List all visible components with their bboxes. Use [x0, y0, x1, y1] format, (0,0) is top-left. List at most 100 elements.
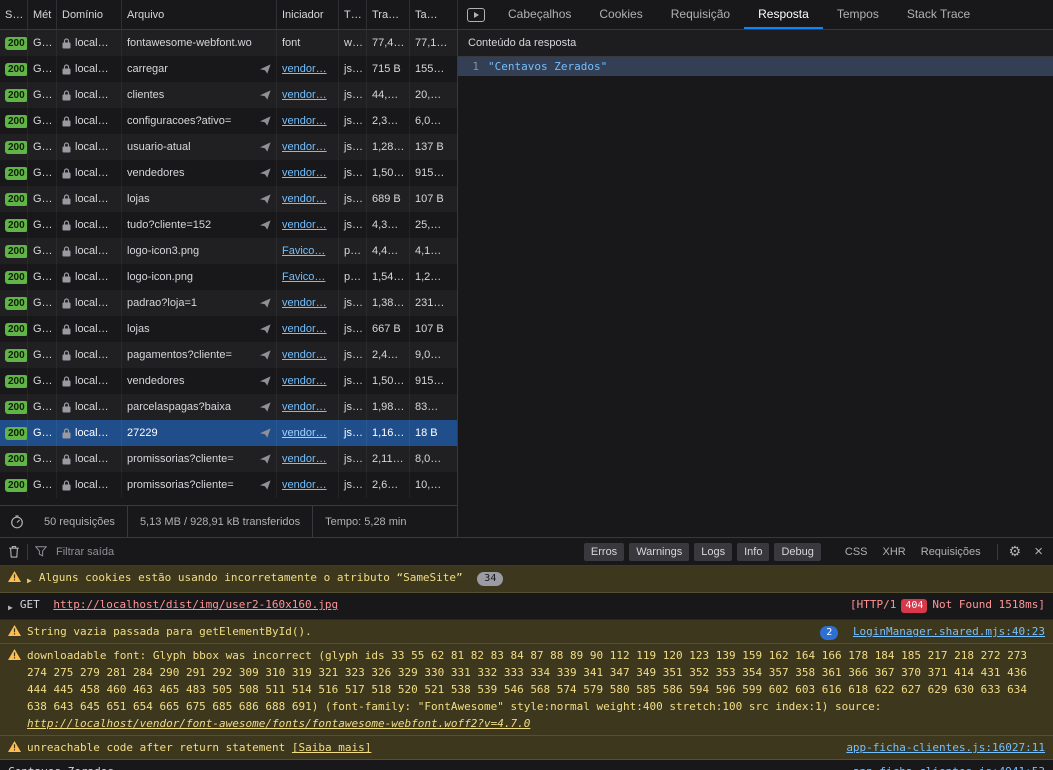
- console-warning-unreachable[interactable]: unreachable code after return statement …: [0, 736, 1053, 760]
- lock-icon: [62, 142, 71, 153]
- learn-more-link[interactable]: [Saiba mais]: [292, 741, 371, 754]
- table-row[interactable]: 200 G… local… usuario-atual vendor… js… …: [0, 134, 457, 160]
- table-row[interactable]: 200 G… local… 27229 vendor… js… 1,16… 18…: [0, 420, 457, 446]
- tab-tempos[interactable]: Tempos: [823, 0, 893, 29]
- table-row[interactable]: 200 G… local… configuracoes?ativo= vendo…: [0, 108, 457, 134]
- transferred-total: 5,13 MB / 928,91 kB transferidos: [128, 506, 313, 537]
- tab-requisição[interactable]: Requisição: [657, 0, 744, 29]
- column-header[interactable]: Mét: [28, 0, 57, 29]
- status-cell: 200: [0, 342, 28, 368]
- initiator-cell[interactable]: vendor…: [277, 160, 339, 186]
- filter-button-css[interactable]: CSS: [842, 543, 871, 561]
- close-icon[interactable]: ×: [1032, 543, 1045, 560]
- table-row[interactable]: 200 G… local… lojas vendor… js… 667 B 10…: [0, 316, 457, 342]
- table-row[interactable]: 200 G… local… tudo?cliente=152 vendor… j…: [0, 212, 457, 238]
- source-location-link[interactable]: app-ficha-clientes.js:4941:53: [853, 765, 1045, 770]
- file-cell: logo-icon3.png: [122, 238, 277, 264]
- table-row[interactable]: 200 G… local… parcelaspagas?baixa vendor…: [0, 394, 457, 420]
- initiator-cell[interactable]: vendor…: [277, 446, 339, 472]
- type-cell: js…: [339, 82, 367, 108]
- request-url-link[interactable]: http://localhost/dist/img/user2-160x160.…: [53, 598, 338, 611]
- console-filter-input[interactable]: [54, 545, 274, 559]
- table-row[interactable]: 200 G… local… promissorias?cliente= vend…: [0, 446, 457, 472]
- column-header[interactable]: Ta…: [410, 0, 458, 29]
- initiator-cell[interactable]: vendor…: [277, 342, 339, 368]
- tab-cookies[interactable]: Cookies: [585, 0, 656, 29]
- initiator-cell[interactable]: vendor…: [277, 290, 339, 316]
- initiator-cell[interactable]: vendor…: [277, 472, 339, 498]
- play-icon[interactable]: [458, 0, 494, 29]
- tab-stack-trace[interactable]: Stack Trace: [893, 0, 984, 29]
- file-cell: carregar: [122, 56, 277, 82]
- column-header[interactable]: Domínio: [57, 0, 122, 29]
- source-location-link[interactable]: LoginManager.shared.mjs:40:23: [853, 625, 1045, 638]
- method-cell: G…: [28, 264, 57, 290]
- table-row[interactable]: 200 G… local… pagamentos?cliente= vendor…: [0, 342, 457, 368]
- table-row[interactable]: 200 G… local… vendedores vendor… js… 1,5…: [0, 160, 457, 186]
- initiator-cell[interactable]: vendor…: [277, 82, 339, 108]
- table-row[interactable]: 200 G… local… promissorias?cliente= vend…: [0, 472, 457, 498]
- type-cell: p…: [339, 264, 367, 290]
- status-badge: 200: [5, 297, 28, 310]
- table-row[interactable]: 200 G… local… clientes vendor… js… 44,… …: [0, 82, 457, 108]
- console-log-message[interactable]: Centavos Zerados app-ficha-clientes.js:4…: [0, 760, 1053, 770]
- column-header[interactable]: T…: [339, 0, 367, 29]
- filter-button-requisições[interactable]: Requisições: [918, 543, 984, 561]
- initiator-cell[interactable]: vendor…: [277, 394, 339, 420]
- filter-button-debug[interactable]: Debug: [774, 543, 820, 561]
- initiator-cell[interactable]: vendor…: [277, 316, 339, 342]
- console-warning-getelementbyid[interactable]: String vazia passada para getElementById…: [0, 620, 1053, 644]
- size-cell: 915…: [410, 160, 457, 186]
- initiator-cell[interactable]: vendor…: [277, 420, 339, 446]
- response-line[interactable]: 1 "Centavos Zerados": [458, 57, 1053, 76]
- tab-resposta[interactable]: Resposta: [744, 0, 823, 29]
- column-header[interactable]: Arquivo: [122, 0, 277, 29]
- stopwatch-icon[interactable]: [0, 515, 32, 529]
- transferred-cell: 2,6…: [367, 472, 410, 498]
- size-cell: 107 B: [410, 186, 457, 212]
- initiator-cell[interactable]: vendor…: [277, 212, 339, 238]
- table-row[interactable]: 200 G… local… lojas vendor… js… 689 B 10…: [0, 186, 457, 212]
- source-location-link[interactable]: app-ficha-clientes.js:16027:11: [846, 741, 1045, 754]
- status-code-badge: 404: [901, 599, 927, 613]
- initiator-cell[interactable]: vendor…: [277, 186, 339, 212]
- domain-cell: local…: [57, 264, 122, 290]
- table-row[interactable]: 200 G… local… logo-icon.png Favico… p… 1…: [0, 264, 457, 290]
- xhr-send-icon: [257, 168, 271, 178]
- initiator-cell[interactable]: Favico…: [277, 264, 339, 290]
- initiator-cell[interactable]: Favico…: [277, 238, 339, 264]
- column-header[interactable]: Tra…: [367, 0, 410, 29]
- table-row[interactable]: 200 G… local… logo-icon3.png Favico… p… …: [0, 238, 457, 264]
- table-row[interactable]: 200 G… local… padrao?loja=1 vendor… js… …: [0, 290, 457, 316]
- trash-icon[interactable]: [8, 545, 20, 558]
- table-row[interactable]: 200 G… local… vendedores vendor… js… 1,5…: [0, 368, 457, 394]
- column-header[interactable]: Iniciador: [277, 0, 339, 29]
- console-warning-font-glyph[interactable]: downloadable font: Glyph bbox was incorr…: [0, 644, 1053, 736]
- tab-cabeçalhos[interactable]: Cabeçalhos: [494, 0, 585, 29]
- table-row[interactable]: 200 G… local… carregar vendor… js… 715 B…: [0, 56, 457, 82]
- filter-button-info[interactable]: Info: [737, 543, 769, 561]
- transferred-cell: 715 B: [367, 56, 410, 82]
- gear-icon[interactable]: ⚙: [1005, 543, 1026, 560]
- filter-button-warnings[interactable]: Warnings: [629, 543, 689, 561]
- status-cell: 200: [0, 212, 28, 238]
- font-source-link[interactable]: http://localhost/vendor/font-awesome/fon…: [27, 717, 530, 730]
- table-row[interactable]: 200 G… local… fontawesome-webfont.wo fon…: [0, 30, 457, 56]
- lock-icon: [62, 116, 71, 127]
- initiator-cell[interactable]: font: [277, 30, 339, 56]
- message-text: String vazia passada para getElementById…: [27, 623, 806, 640]
- disclosure-icon[interactable]: ▶: [27, 572, 32, 589]
- domain-cell: local…: [57, 368, 122, 394]
- initiator-cell[interactable]: vendor…: [277, 368, 339, 394]
- initiator-cell[interactable]: vendor…: [277, 56, 339, 82]
- console-warning-samesite[interactable]: ▶ Alguns cookies estão usando incorretam…: [0, 566, 1053, 593]
- response-viewer[interactable]: 1 "Centavos Zerados": [458, 57, 1053, 537]
- column-header[interactable]: S…: [0, 0, 28, 29]
- filter-button-xhr[interactable]: XHR: [880, 543, 909, 561]
- console-network-error[interactable]: ▶ GET http://localhost/dist/img/user2-16…: [0, 593, 1053, 620]
- initiator-cell[interactable]: vendor…: [277, 134, 339, 160]
- filter-button-logs[interactable]: Logs: [694, 543, 732, 561]
- disclosure-icon[interactable]: ▶: [8, 599, 13, 616]
- initiator-cell[interactable]: vendor…: [277, 108, 339, 134]
- filter-button-erros[interactable]: Erros: [584, 543, 624, 561]
